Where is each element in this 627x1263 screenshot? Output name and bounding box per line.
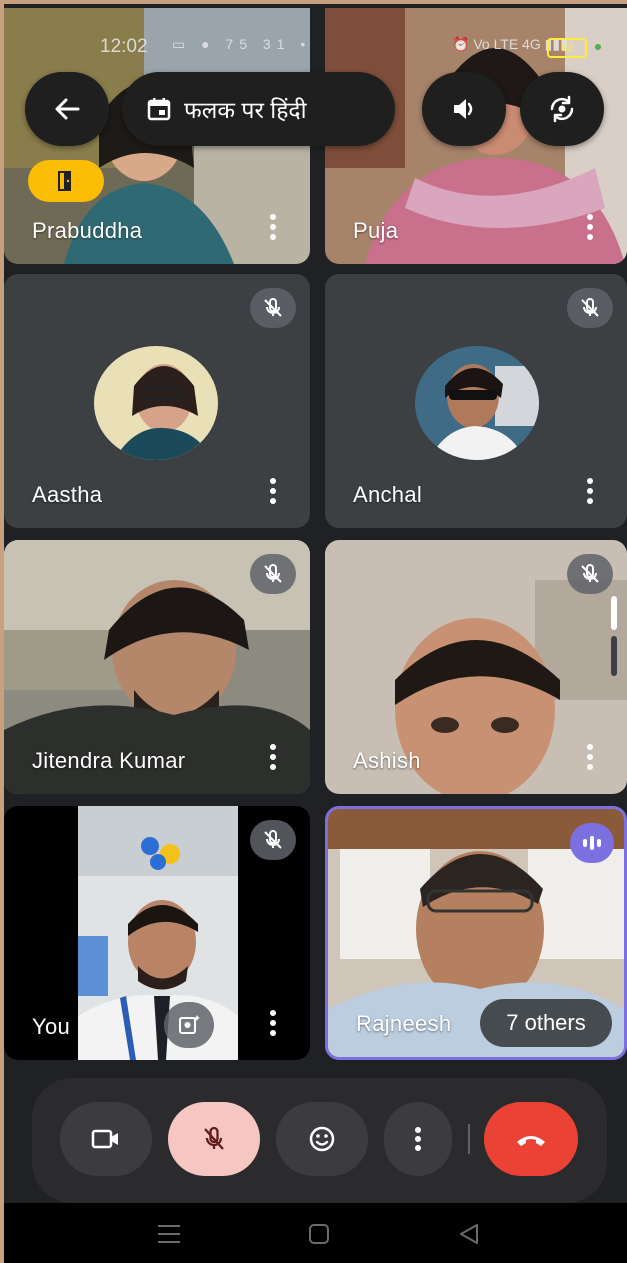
avatar xyxy=(415,346,539,460)
more-options-icon[interactable] xyxy=(268,214,278,244)
participant-name: Ashish xyxy=(353,748,421,773)
image-effects-icon xyxy=(179,1015,200,1034)
meet-call-screen: Prabuddha Puja Aastha Anchal Jitendra Ku… xyxy=(4,4,627,1263)
participant-tile-anchal[interactable]: Anchal xyxy=(325,274,627,528)
participant-name: Jitendra Kumar xyxy=(32,748,186,773)
mic-off-icon xyxy=(204,1126,224,1150)
participant-tile-self[interactable]: You xyxy=(4,806,310,1060)
mic-off-icon xyxy=(250,554,296,594)
end-call-button[interactable] xyxy=(484,1102,578,1176)
notification-icons: ▭ ● 75 31 • xyxy=(172,36,312,52)
participant-tile-ashish[interactable]: Ashish xyxy=(325,540,627,794)
mic-off-icon xyxy=(250,820,296,860)
more-options-icon[interactable] xyxy=(268,478,278,508)
participant-name: Aastha xyxy=(32,482,103,507)
speaking-indicator-icon xyxy=(570,823,614,863)
self-video-feed xyxy=(78,806,238,1060)
home-icon[interactable] xyxy=(308,1223,330,1245)
back-button[interactable] xyxy=(25,72,109,146)
background-effects-button[interactable] xyxy=(164,1002,214,1048)
participant-tile-aastha[interactable]: Aastha xyxy=(4,274,310,528)
more-options-icon[interactable] xyxy=(585,744,595,774)
back-nav-icon[interactable] xyxy=(458,1223,480,1245)
scrollbar-thumb[interactable] xyxy=(611,596,617,630)
participant-name: Puja xyxy=(353,218,399,243)
avatar xyxy=(94,346,218,460)
more-options-icon[interactable] xyxy=(585,478,595,508)
mic-off-icon xyxy=(567,554,613,594)
meeting-title-chip[interactable]: फलक पर हिंदी xyxy=(122,72,395,146)
scrollbar-track[interactable] xyxy=(611,636,617,676)
audio-output-button[interactable] xyxy=(422,72,506,146)
participant-name: You xyxy=(32,1014,71,1039)
battery-icon: 62 xyxy=(547,38,587,58)
more-options-icon[interactable] xyxy=(268,744,278,774)
call-end-icon xyxy=(517,1136,545,1146)
call-controls-bar xyxy=(32,1078,607,1203)
participant-tile-rajneesh[interactable]: Rajneesh 7 others xyxy=(325,806,627,1060)
more-options-icon[interactable] xyxy=(268,1010,278,1040)
participant-tile-jitendra-kumar[interactable]: Jitendra Kumar xyxy=(4,540,310,794)
status-bar: 12:02 ▭ ● 75 31 • ⏰ Vo LTE 4G ▮▮▮ 62 xyxy=(4,4,627,58)
exit-door-icon xyxy=(58,171,71,191)
speaker-icon xyxy=(454,99,473,119)
more-options-button[interactable] xyxy=(384,1102,452,1176)
videocam-icon xyxy=(91,1129,118,1149)
emoji-icon xyxy=(309,1126,335,1152)
arrow-back-icon xyxy=(55,98,80,120)
participant-name: Prabuddha xyxy=(32,218,143,243)
privacy-indicator-dot xyxy=(595,44,601,50)
camera-toggle-button[interactable] xyxy=(60,1102,152,1176)
system-navigation-bar xyxy=(4,1203,627,1263)
mic-off-icon xyxy=(250,288,296,328)
recent-apps-icon[interactable] xyxy=(156,1223,182,1245)
controls-divider xyxy=(468,1124,470,1154)
others-count-button[interactable]: 7 others xyxy=(480,999,612,1047)
calendar-icon xyxy=(147,98,171,121)
mic-off-icon xyxy=(567,288,613,328)
switch-camera-icon xyxy=(550,95,574,123)
status-time: 12:02 xyxy=(100,36,148,57)
more-options-icon[interactable] xyxy=(585,214,595,244)
reactions-button[interactable] xyxy=(276,1102,368,1176)
mic-toggle-button[interactable] xyxy=(168,1102,260,1176)
switch-camera-button[interactable] xyxy=(520,72,604,146)
raised-hand-badge xyxy=(28,160,104,202)
more-vert-icon xyxy=(415,1127,421,1151)
participant-name: Anchal xyxy=(353,482,423,507)
meeting-title: फलक पर हिंदी xyxy=(184,97,307,123)
participant-name: Rajneesh xyxy=(356,1011,452,1036)
